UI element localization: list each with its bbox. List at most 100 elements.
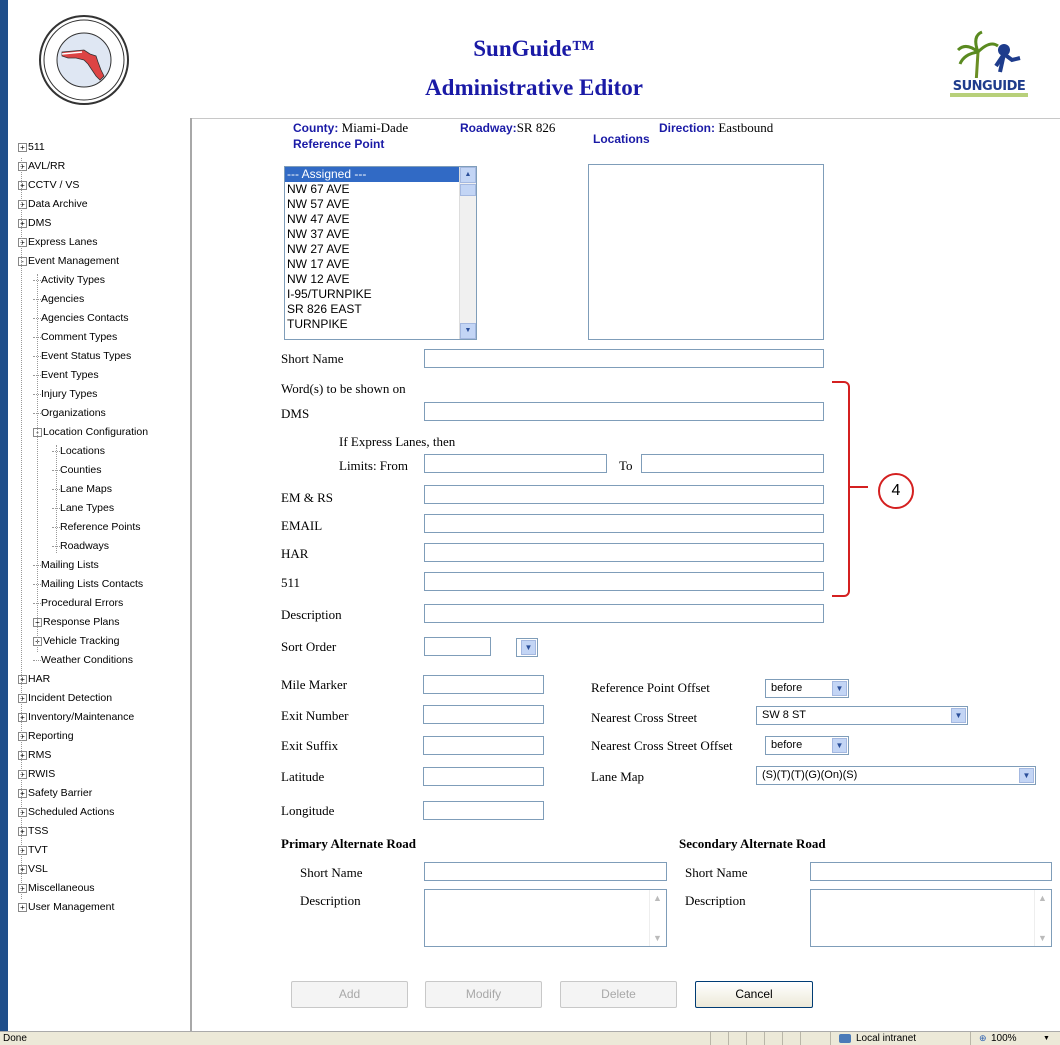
tree-item[interactable]: + Data Archive xyxy=(18,197,88,211)
tree-item[interactable]: + VSL xyxy=(18,862,48,876)
cancel-button[interactable]: Cancel xyxy=(695,981,813,1008)
exit-number-input[interactable] xyxy=(423,705,544,724)
reference-point-option[interactable]: NW 27 AVE xyxy=(285,242,476,257)
tree-item[interactable]: + Reporting xyxy=(18,729,74,743)
expand-icon[interactable]: + xyxy=(18,731,27,741)
tree-item[interactable]: + Inventory/Maintenance xyxy=(18,710,134,724)
reference-point-option[interactable]: NW 47 AVE xyxy=(285,212,476,227)
tree-item[interactable]: Lane Maps xyxy=(52,482,112,496)
tree-item[interactable]: Weather Conditions xyxy=(33,653,133,667)
expand-icon[interactable]: + xyxy=(18,180,27,190)
expand-icon[interactable]: + xyxy=(18,864,27,874)
expand-icon[interactable]: + xyxy=(18,845,27,855)
tree-item[interactable]: + Incident Detection xyxy=(18,691,112,705)
tree-item[interactable]: + Safety Barrier xyxy=(18,786,92,800)
tree-item[interactable]: + Response Plans xyxy=(33,615,119,629)
n511-input[interactable] xyxy=(424,572,824,591)
reference-point-list[interactable]: --- Assigned --- NW 67 AVE NW 57 AVE NW 47 … xyxy=(284,166,477,340)
tree-item[interactable]: + Express Lanes xyxy=(18,235,97,249)
secondary-short-name-input[interactable] xyxy=(810,862,1052,881)
expand-icon[interactable]: + xyxy=(18,750,27,760)
tree-item[interactable]: + TVT xyxy=(18,843,48,857)
zoom-control[interactable]: ⊕ 100% ▼ xyxy=(970,1032,1060,1045)
sort-order-select[interactable]: ▼ xyxy=(516,638,538,657)
tree-item[interactable]: Roadways xyxy=(52,539,109,553)
primary-short-name-input[interactable] xyxy=(424,862,667,881)
reference-point-option[interactable]: SR 826 EAST xyxy=(285,302,476,317)
sort-order-input[interactable] xyxy=(424,637,491,656)
collapse-icon[interactable]: - xyxy=(18,256,27,266)
expand-icon[interactable]: + xyxy=(18,788,27,798)
short-name-input[interactable] xyxy=(424,349,824,368)
dms-input[interactable] xyxy=(424,402,824,421)
tree-item[interactable]: Locations xyxy=(52,444,105,458)
tree-item[interactable]: + HAR xyxy=(18,672,50,686)
latitude-input[interactable] xyxy=(423,767,544,786)
exit-suffix-input[interactable] xyxy=(423,736,544,755)
tree-item[interactable]: + TSS xyxy=(18,824,48,838)
tree-item[interactable]: Mailing Lists xyxy=(33,558,99,572)
tree-item[interactable]: + RWIS xyxy=(18,767,55,781)
chevron-down-icon[interactable]: ▼ xyxy=(832,681,847,696)
expand-icon[interactable]: + xyxy=(18,674,27,684)
expand-icon[interactable]: + xyxy=(18,161,27,171)
tree-item[interactable]: Mailing Lists Contacts xyxy=(33,577,143,591)
expand-icon[interactable]: + xyxy=(18,218,27,228)
reference-point-scrollbar[interactable]: ▲ ▼ xyxy=(459,167,476,339)
reference-point-option[interactable]: NW 12 AVE xyxy=(285,272,476,287)
tree-item[interactable]: Activity Types xyxy=(33,273,105,287)
har-input[interactable] xyxy=(424,543,824,562)
reference-point-option[interactable]: TURNPIKE xyxy=(285,317,476,332)
expand-icon[interactable]: + xyxy=(18,199,27,209)
reference-point-option[interactable]: NW 37 AVE xyxy=(285,227,476,242)
cross-street-offset-select[interactable]: before ▼ xyxy=(765,736,849,755)
delete-button[interactable]: Delete xyxy=(560,981,677,1008)
scroll-up-icon[interactable]: ▲ xyxy=(460,167,476,183)
scroll-down-icon[interactable]: ▼ xyxy=(460,323,476,339)
tree-item[interactable]: Organizations xyxy=(33,406,106,420)
chevron-down-icon[interactable]: ▼ xyxy=(1019,768,1034,783)
secondary-description-textarea[interactable]: ▲ ▼ xyxy=(810,889,1052,947)
tree-item[interactable]: Comment Types xyxy=(33,330,117,344)
primary-description-textarea[interactable]: ▲ ▼ xyxy=(424,889,667,947)
expand-icon[interactable]: + xyxy=(18,693,27,703)
lane-map-select[interactable]: (S)(T)(T)(G)(On)(S) ▼ xyxy=(756,766,1036,785)
locations-list[interactable] xyxy=(588,164,824,340)
tree-item[interactable]: Agencies Contacts xyxy=(33,311,129,325)
modify-button[interactable]: Modify xyxy=(425,981,542,1008)
expand-icon[interactable]: + xyxy=(18,902,27,912)
cross-street-select[interactable]: SW 8 ST ▼ xyxy=(756,706,968,725)
chevron-down-icon[interactable]: ▼ xyxy=(521,640,536,655)
tree-item[interactable]: Event Status Types xyxy=(33,349,131,363)
reference-point-option[interactable]: I-95/TURNPIKE xyxy=(285,287,476,302)
expand-icon[interactable]: + xyxy=(18,826,27,836)
tree-item[interactable]: + User Management xyxy=(18,900,114,914)
reference-point-option[interactable]: NW 67 AVE xyxy=(285,182,476,197)
longitude-input[interactable] xyxy=(423,801,544,820)
tree-item[interactable]: Agencies xyxy=(33,292,84,306)
tree-item[interactable]: Event Types xyxy=(33,368,99,382)
expand-icon[interactable]: + xyxy=(18,237,27,247)
tree-item[interactable]: + Miscellaneous xyxy=(18,881,95,895)
tree-item[interactable]: + DMS xyxy=(18,216,51,230)
tree-item[interactable]: - Event Management xyxy=(18,254,119,268)
tree-item[interactable]: Lane Types xyxy=(52,501,114,515)
description-input[interactable] xyxy=(424,604,824,623)
tree-item[interactable]: Procedural Errors xyxy=(33,596,123,610)
tree-item[interactable]: + Vehicle Tracking xyxy=(33,634,119,648)
limits-to-input[interactable] xyxy=(641,454,824,473)
tree-item[interactable]: - Location Configuration xyxy=(33,425,148,439)
reference-point-option[interactable]: --- Assigned --- xyxy=(285,167,476,182)
emrs-input[interactable] xyxy=(424,485,824,504)
tree-item[interactable]: Injury Types xyxy=(33,387,97,401)
reference-point-option[interactable]: NW 57 AVE xyxy=(285,197,476,212)
tree-item[interactable]: +511 xyxy=(18,140,45,154)
expand-icon[interactable]: + xyxy=(18,883,27,893)
scroll-thumb[interactable] xyxy=(460,184,476,196)
expand-icon[interactable]: + xyxy=(18,807,27,817)
limits-from-input[interactable] xyxy=(424,454,607,473)
reference-point-option[interactable]: NW 17 AVE xyxy=(285,257,476,272)
chevron-down-icon[interactable]: ▼ xyxy=(832,738,847,753)
tree-item[interactable]: + AVL/RR xyxy=(18,159,65,173)
tree-item[interactable]: Reference Points xyxy=(52,520,141,534)
